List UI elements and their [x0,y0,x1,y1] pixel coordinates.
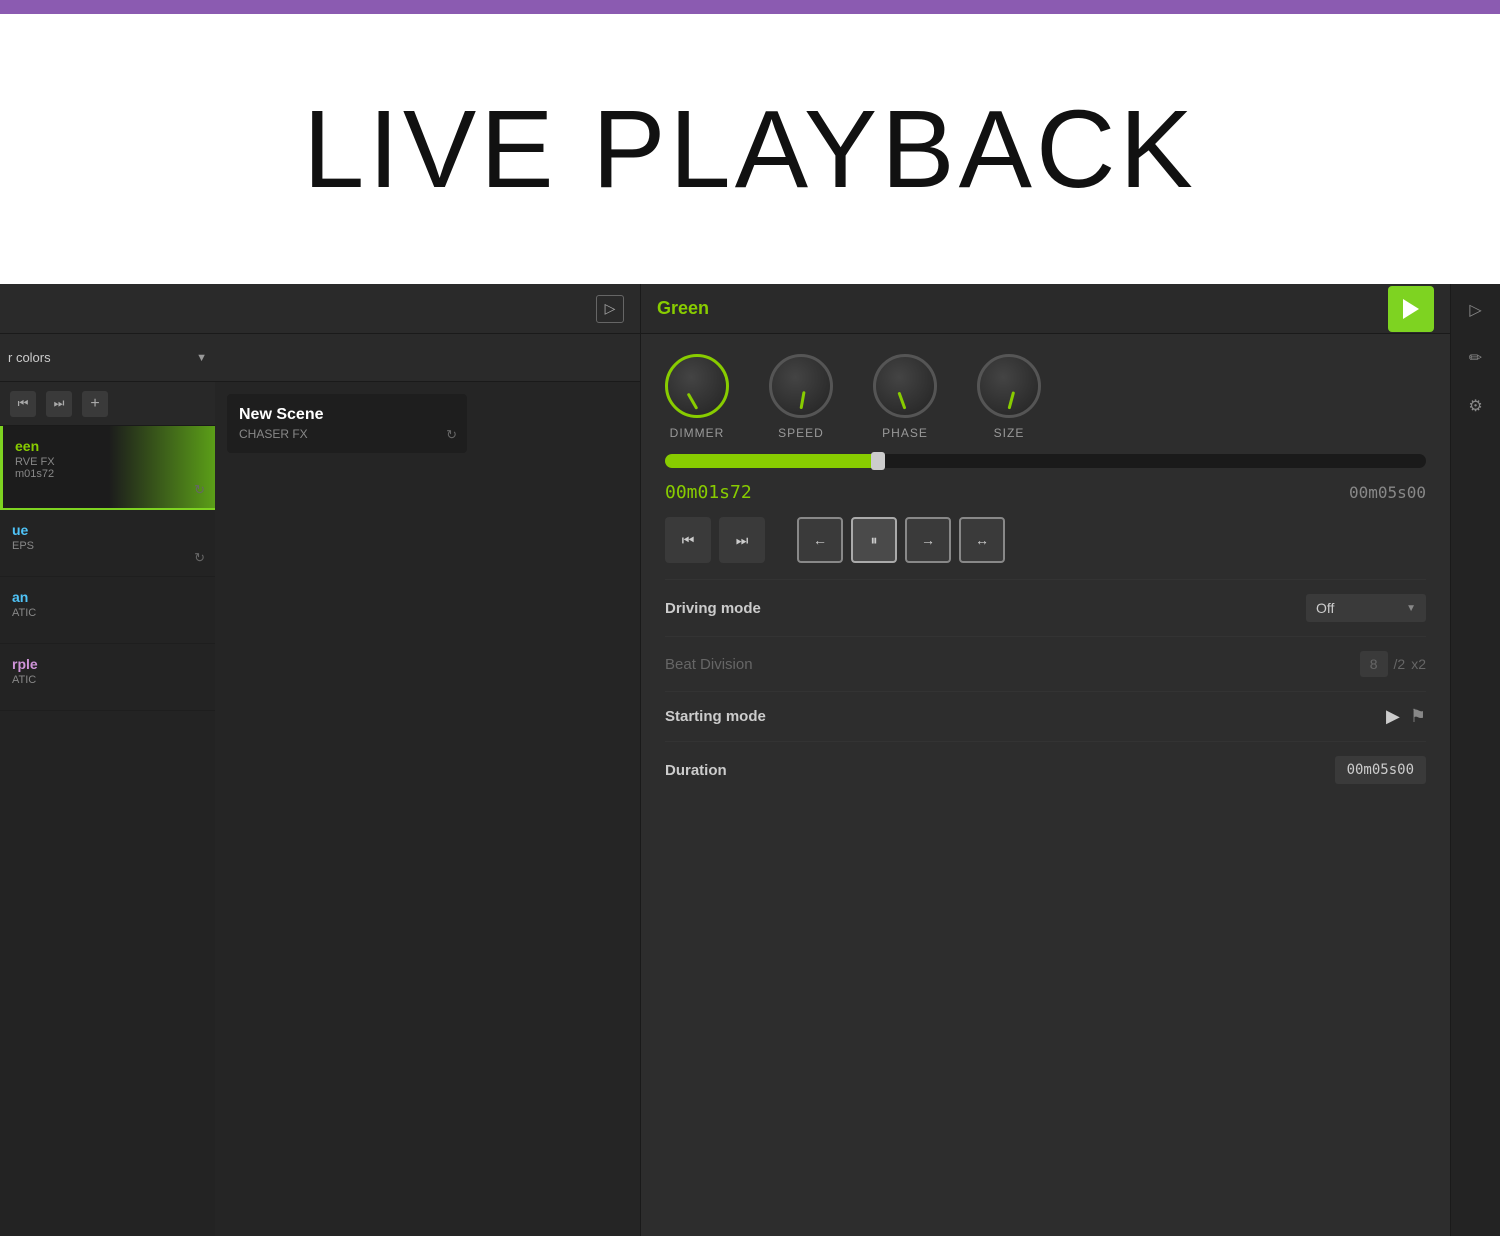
driving-mode-label: Driving mode [665,600,761,617]
duration-row: Duration 00m05s00 [665,741,1426,798]
refresh-icon[interactable]: ↻ [446,427,457,443]
skip-back-button[interactable]: ⏮ [665,517,711,563]
beat-value[interactable]: 8 [1360,651,1388,677]
time-row: 00m01s72 00m05s00 [641,476,1450,509]
left-top-bar: ▷ [0,284,640,334]
left-content: r colors ▼ ⏮ ⏭ + een RVE FX m01s72 [0,334,640,1236]
duration-value[interactable]: 00m05s00 [1335,756,1426,784]
right-header: Green [641,284,1450,334]
scene-list: een RVE FX m01s72 ↻ ue EPS ↻ an ATIC [0,426,215,1236]
starting-mode-label: Starting mode [665,708,766,725]
knobs-row: DIMMER SPEED PHASE SIZE [641,334,1450,450]
driving-mode-control[interactable]: Off ▼ [1306,594,1426,622]
beat-multiplier: x2 [1411,656,1426,672]
phase-knob[interactable] [873,354,937,418]
progress-thumb[interactable] [871,452,885,470]
list-item[interactable]: ue EPS ↻ [0,510,215,577]
prev-button[interactable]: ⏮ [10,391,36,417]
top-bar [0,0,1500,14]
scene-name: rple [12,656,203,672]
edit-icon[interactable]: ✏ [1460,342,1492,374]
size-label: SIZE [994,426,1025,440]
list-item[interactable]: an ATIC [0,577,215,644]
knob-indicator [687,393,699,410]
current-time: 00m01s72 [665,482,752,503]
total-time: 00m05s00 [1349,483,1426,502]
play-triangle-icon [1403,299,1419,319]
beat-division-label: Beat Division [665,656,753,673]
scenes-column: New Scene CHASER FX ↻ [215,334,640,1236]
refresh-icon[interactable]: ↻ [194,482,205,498]
scene-card-title: New Scene [239,406,455,424]
starting-mode-row: Starting mode ▶ ⚑ [665,691,1426,741]
dimmer-label: DIMMER [670,426,725,440]
knob-phase[interactable]: PHASE [873,354,937,440]
panel-toggle-icon[interactable]: ▷ [596,295,624,323]
phase-label: PHASE [882,426,928,440]
dimmer-knob[interactable] [665,354,729,418]
progress-bar-fill [665,454,878,468]
pause-button[interactable]: ⏸ [851,517,897,563]
scene-name: an [12,589,203,605]
list-item[interactable]: een RVE FX m01s72 ↻ [0,426,215,510]
driving-mode-row: Driving mode Off ▼ [665,579,1426,636]
playlist-header: r colors ▼ [0,334,215,382]
playlist-controls: ⏮ ⏭ + [0,382,215,426]
knob-dimmer[interactable]: DIMMER [665,354,729,440]
beat-division-row: Beat Division 8 /2 x2 [665,636,1426,691]
scene-time: m01s72 [15,468,203,480]
duration-label: Duration [665,762,727,779]
transport-row: ⏮ ⏭ ← ⏸ → ↔ [641,509,1450,579]
dropdown-arrow-icon: ▼ [1406,603,1416,614]
driving-mode-value: Off [1316,600,1334,616]
right-title: Green [657,298,1376,319]
settings-gear-icon[interactable]: ⚙ [1460,390,1492,422]
page-title: LIVE PLAYBACK [303,86,1197,213]
play-button[interactable] [1388,286,1434,332]
knob-speed[interactable]: SPEED [769,354,833,440]
knob-indicator [800,391,806,409]
knob-indicator [897,392,906,410]
app-container: ▷ r colors ▼ ⏮ ⏭ + [0,284,1500,1236]
title-section: LIVE PLAYBACK [0,14,1500,284]
size-knob[interactable] [977,354,1041,418]
skip-forward-button[interactable]: ⏭ [719,517,765,563]
playlist-column: r colors ▼ ⏮ ⏭ + een RVE FX m01s72 [0,334,215,1236]
scene-name: een [15,438,203,454]
beat-division-controls: 8 /2 x2 [1360,651,1426,677]
scene-type: EPS [12,540,203,552]
scene-type: ATIC [12,607,203,619]
mode-icons: ▶ ⚑ [1386,706,1426,727]
left-panel: ▷ r colors ▼ ⏮ ⏭ + [0,284,640,1236]
next-button[interactable]: ⏭ [46,391,72,417]
scenes-header [215,334,640,382]
panel-toggle-side-icon[interactable]: ▷ [1460,294,1492,326]
arrow-left-button[interactable]: ← [797,517,843,563]
knob-indicator [1008,391,1016,409]
add-button[interactable]: + [82,391,108,417]
scene-type: ATIC [12,674,203,686]
knob-size[interactable]: SIZE [977,354,1041,440]
chevron-down-icon[interactable]: ▼ [196,352,207,364]
right-panel: Green DIMMER SPEED [640,284,1450,1236]
refresh-icon[interactable]: ↻ [194,550,205,566]
list-item[interactable]: rple ATIC [0,644,215,711]
mode-icon-play[interactable]: ▶ [1386,706,1400,727]
mode-icon-flag[interactable]: ⚑ [1410,706,1426,727]
speed-label: SPEED [778,426,824,440]
side-icons-panel: ▷ ✏ ⚙ [1450,284,1500,1236]
scene-card[interactable]: New Scene CHASER FX ↻ [227,394,467,453]
scene-card-subtitle: CHASER FX [239,427,455,441]
playlist-name: r colors [8,350,190,365]
progress-bar-track[interactable] [665,454,1426,468]
beat-divider: /2 [1394,656,1406,672]
progress-section [641,450,1450,476]
bounce-button[interactable]: ↔ [959,517,1005,563]
scene-name: ue [12,522,203,538]
speed-knob[interactable] [769,354,833,418]
arrow-right-button[interactable]: → [905,517,951,563]
settings-section: Driving mode Off ▼ Beat Division 8 /2 x2… [641,579,1450,1236]
scene-type: RVE FX [15,456,203,468]
